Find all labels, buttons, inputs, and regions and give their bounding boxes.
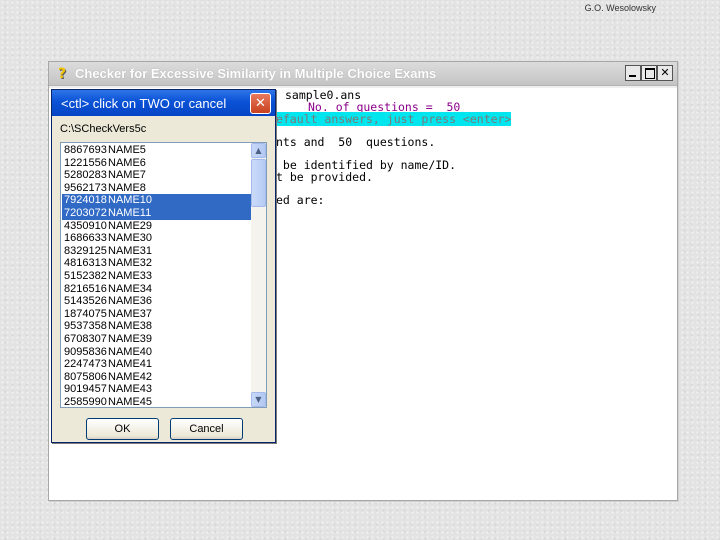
list-item-name: NAME8 xyxy=(108,181,146,194)
author-credit: G.O. Wesolowsky xyxy=(584,3,656,13)
folder-path: C:\SCheckVers5c xyxy=(60,123,147,135)
list-item-id: 8329125 xyxy=(64,244,107,257)
list-item-id: 9537358 xyxy=(64,320,107,333)
list-item[interactable]: 5280283 NAME7 xyxy=(62,169,251,182)
list-item-id: 9562173 xyxy=(64,181,107,194)
list-item-id: 1874075 xyxy=(64,307,107,320)
list-item[interactable]: 1686633 NAME30 xyxy=(62,232,251,245)
list-item-name: NAME30 xyxy=(108,232,153,245)
list-item[interactable]: 8867693 NAME5 xyxy=(62,144,251,157)
list-item-name: NAME40 xyxy=(108,345,153,358)
console-line-students-questions: nts and 50 questions. xyxy=(276,135,436,149)
list-item-id: 9095836 xyxy=(64,345,107,358)
list-item-id: 1221556 xyxy=(64,156,107,169)
select-students-dialog: <ctl> click on TWO or cancel ✕ C:\SCheck… xyxy=(51,89,276,443)
student-listbox[interactable]: 8867693 NAME5 1221556 NAME6 5280283 NAME7 9562… xyxy=(60,142,267,408)
scrollbar-thumb[interactable] xyxy=(251,159,266,207)
list-item-name: NAME34 xyxy=(108,282,153,295)
list-item[interactable]: 2247473 NAME41 xyxy=(62,358,251,371)
scroll-up-arrow-icon[interactable]: ▲ xyxy=(251,143,266,158)
list-item-id: 8216516 xyxy=(64,282,107,295)
list-item[interactable]: 7924018 NAME10 xyxy=(62,194,251,207)
list-item[interactable]: 1874075 NAME37 xyxy=(62,308,251,321)
list-item-name: NAME39 xyxy=(108,332,153,345)
list-item-id: 5143526 xyxy=(64,295,107,308)
console-line-provided: t be provided. xyxy=(276,170,373,184)
help-question-icon: ? xyxy=(57,66,67,82)
list-item-id: 7203072 xyxy=(64,206,107,219)
list-item[interactable]: 9019457 NAME43 xyxy=(62,383,251,396)
list-item[interactable]: 5143526 NAME36 xyxy=(62,295,251,308)
list-item-name: NAME10 xyxy=(108,194,153,207)
list-item-id: 2585990 xyxy=(64,395,107,406)
ok-button[interactable]: OK xyxy=(86,418,159,440)
dialog-title: <ctl> click on TWO or cancel xyxy=(61,96,227,111)
list-item-name: NAME45 xyxy=(108,395,153,406)
list-item[interactable]: 4816313 NAME32 xyxy=(62,257,251,270)
list-item-id: 4816313 xyxy=(64,257,107,270)
list-item-name: NAME5 xyxy=(108,144,146,156)
list-item[interactable]: 4350910 NAME29 xyxy=(62,220,251,233)
list-item[interactable]: 7203072 NAME11 xyxy=(62,206,251,220)
list-item-id: 9019457 xyxy=(64,383,107,396)
list-item-id: 8867693 xyxy=(64,144,107,156)
list-item[interactable]: 9095836 NAME40 xyxy=(62,346,251,359)
list-item-name: NAME32 xyxy=(108,257,153,270)
list-item-name: NAME33 xyxy=(108,269,153,282)
list-rows: 8867693 NAME5 1221556 NAME6 5280283 NAME7 9562… xyxy=(62,144,251,406)
list-item-name: NAME43 xyxy=(108,383,153,396)
list-item-name: NAME11 xyxy=(108,206,152,219)
list-item[interactable]: 9537358 NAME38 xyxy=(62,320,251,333)
list-item-name: NAME31 xyxy=(108,244,153,257)
minimize-button[interactable] xyxy=(625,65,641,81)
list-item[interactable]: 2585990 NAME45 xyxy=(62,396,251,406)
list-item-name: NAME37 xyxy=(108,307,153,320)
dialog-title-bar[interactable]: <ctl> click on TWO or cancel ✕ xyxy=(52,90,275,116)
main-title-bar[interactable]: ? Checker for Excessive Similarity in Mu… xyxy=(49,62,677,86)
list-item[interactable]: 6708307 NAME39 xyxy=(62,333,251,346)
list-item-name: NAME41 xyxy=(108,358,153,371)
list-item-name: NAME36 xyxy=(108,295,153,308)
list-item[interactable]: 9562173 NAME8 xyxy=(62,182,251,195)
console-line-default-prompt: efault answers, just press <enter> xyxy=(276,112,512,126)
list-item-id: 4350910 xyxy=(64,219,107,232)
list-item-name: NAME6 xyxy=(108,156,146,169)
list-item[interactable]: 8216516 NAME34 xyxy=(62,283,251,296)
list-item-name: NAME7 xyxy=(108,169,146,182)
list-item-id: 7924018 xyxy=(64,194,107,207)
list-item-id: 2247473 xyxy=(64,358,107,371)
list-item[interactable]: 8075806 NAME42 xyxy=(62,371,251,384)
main-window-title: Checker for Excessive Similarity in Mult… xyxy=(75,66,437,81)
cancel-button[interactable]: Cancel xyxy=(170,418,243,440)
list-item-id: 5280283 xyxy=(64,169,107,182)
list-item-id: 5152382 xyxy=(64,269,107,282)
list-item[interactable]: 8329125 NAME31 xyxy=(62,245,251,258)
list-item-id: 8075806 xyxy=(64,370,107,383)
console-line-are: ed are: xyxy=(276,193,325,207)
list-item-id: 6708307 xyxy=(64,332,107,345)
vertical-scrollbar[interactable]: ▲ ▼ xyxy=(251,143,266,407)
list-item[interactable]: 1221556 NAME6 xyxy=(62,157,251,170)
list-item-name: NAME42 xyxy=(108,370,153,383)
list-item-id: 1686633 xyxy=(64,232,107,245)
list-item-name: NAME38 xyxy=(108,320,153,333)
list-item-name: NAME29 xyxy=(108,219,153,232)
scroll-down-arrow-icon[interactable]: ▼ xyxy=(251,392,266,407)
dialog-close-button[interactable]: ✕ xyxy=(250,93,271,114)
maximize-button[interactable] xyxy=(641,65,657,81)
list-item[interactable]: 5152382 NAME33 xyxy=(62,270,251,283)
close-button[interactable]: ✕ xyxy=(657,65,673,81)
